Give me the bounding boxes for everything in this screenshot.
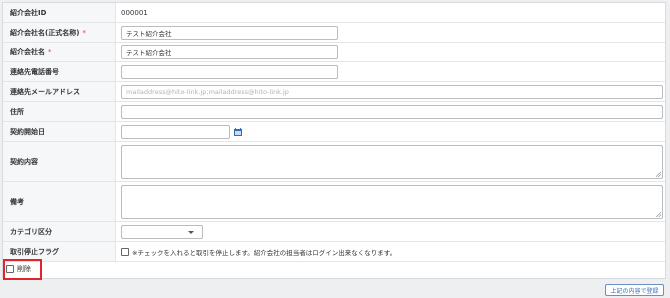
field-label-text: 連絡先メールアドレス xyxy=(10,87,80,96)
phone-input[interactable] xyxy=(121,64,338,79)
required-mark: * xyxy=(48,48,52,56)
row-category: カテゴリ区分 xyxy=(3,222,665,242)
value-cell xyxy=(116,62,665,81)
row-address: 住所 xyxy=(3,102,665,122)
contract-details-textarea[interactable] xyxy=(121,144,663,179)
row-remarks: 備考 xyxy=(3,182,665,222)
row-phone: 連絡先電話番号 xyxy=(3,62,665,82)
field-label-text: 契約開始日 xyxy=(10,127,45,136)
field-label: 紹介会社ID xyxy=(3,3,116,22)
value-cell xyxy=(116,222,665,241)
input-value: テスト紹介会社 xyxy=(126,29,172,38)
field-label: 住所 xyxy=(3,102,116,121)
field-label: 契約開始日 xyxy=(3,122,116,141)
field-label: 紹介会社名(正式名称) * xyxy=(3,23,116,42)
field-label-text: 取引停止フラグ xyxy=(10,247,59,256)
submit-button-label: 上記の内容で登録 xyxy=(610,287,659,295)
value-cell xyxy=(116,142,665,181)
highlight-box xyxy=(3,259,42,280)
field-label: 契約内容 xyxy=(3,142,116,181)
row-email: 連絡先メールアドレス mailaddress@hito-link.jp;mail… xyxy=(3,82,665,102)
contract-start-date-input[interactable] xyxy=(121,124,230,139)
company-id-value: 000001 xyxy=(121,8,148,17)
field-label-text: 備考 xyxy=(10,197,24,206)
value-cell: テスト紹介会社 xyxy=(116,23,665,42)
field-label-text: 住所 xyxy=(10,107,24,116)
resize-grip-icon[interactable] xyxy=(656,211,661,217)
value-cell: 000001 xyxy=(116,3,665,22)
field-label: 備考 xyxy=(3,182,116,221)
field-label: カテゴリ区分 xyxy=(3,222,116,241)
resize-grip-icon[interactable] xyxy=(656,171,661,177)
address-input[interactable] xyxy=(121,104,663,119)
value-cell: mailaddress@hito-link.jp;mailaddress@hit… xyxy=(116,82,665,101)
field-label-text: 紹介会社ID xyxy=(10,8,47,17)
required-mark: * xyxy=(82,28,86,37)
calendar-icon[interactable] xyxy=(234,127,242,136)
field-label-text: 紹介会社名(正式名称) xyxy=(10,28,80,37)
value-cell xyxy=(116,102,665,121)
field-label-text: カテゴリ区分 xyxy=(10,227,52,236)
row-company-id: 紹介会社ID 000001 xyxy=(3,3,665,23)
company-name-input[interactable]: テスト紹介会社 xyxy=(121,45,338,59)
row-company-name: 紹介会社名 * テスト紹介会社 xyxy=(3,43,665,62)
row-contract-start: 契約開始日 xyxy=(3,122,665,142)
field-label-text: 紹介会社名 xyxy=(10,48,45,56)
value-cell xyxy=(116,182,665,221)
suspend-checkbox[interactable] xyxy=(121,247,129,256)
category-select[interactable] xyxy=(121,224,203,239)
input-value: テスト紹介会社 xyxy=(126,49,172,57)
chevron-down-icon xyxy=(188,230,194,234)
company-form-panel: 紹介会社ID 000001 紹介会社名(正式名称) * テスト紹介会社 紹介会社名… xyxy=(2,2,666,279)
field-label: 連絡先メールアドレス xyxy=(3,82,116,101)
field-label: 連絡先電話番号 xyxy=(3,62,116,81)
email-input[interactable]: mailaddress@hito-link.jp;mailaddress@hit… xyxy=(121,84,663,99)
row-contract-details: 契約内容 xyxy=(3,142,665,182)
row-official-name: 紹介会社名(正式名称) * テスト紹介会社 xyxy=(3,23,665,43)
suspend-note: ※チェックを入れると取引を停止します。紹介会社の担当者はログイン出来なくなります… xyxy=(132,248,397,257)
field-label-text: 契約内容 xyxy=(10,157,38,166)
official-name-input[interactable]: テスト紹介会社 xyxy=(121,25,338,40)
field-label-text: 連絡先電話番号 xyxy=(10,67,59,76)
remarks-textarea[interactable] xyxy=(121,184,663,219)
value-cell: ※チェックを入れると取引を停止します。紹介会社の担当者はログイン出来なくなります… xyxy=(116,242,665,261)
row-suspend-flag: 取引停止フラグ ※チェックを入れると取引を停止します。紹介会社の担当者はログイン… xyxy=(3,242,665,262)
submit-button[interactable]: 上記の内容で登録 xyxy=(605,284,664,296)
value-cell xyxy=(116,122,665,141)
field-label: 紹介会社名 * xyxy=(3,43,116,61)
value-cell: テスト紹介会社 xyxy=(116,43,665,61)
email-placeholder: mailaddress@hito-link.jp;mailaddress@hit… xyxy=(126,87,289,96)
